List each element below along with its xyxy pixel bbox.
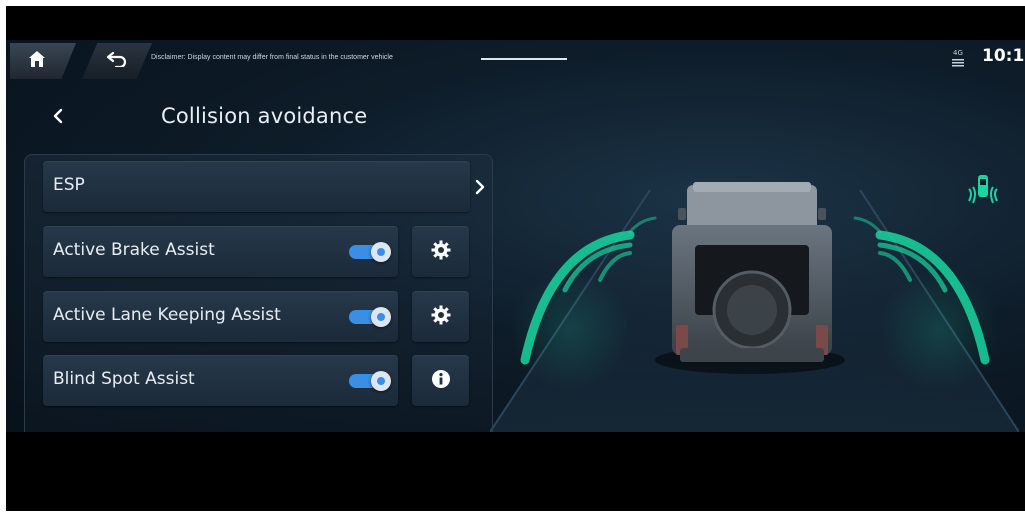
setting-label: ESP [53,175,85,195]
blind-spot-assist-info-button[interactable] [412,355,469,406]
disclaimer-divider [481,58,567,60]
network-4g-icon: 4G [950,49,966,71]
gear-icon [431,305,451,329]
home-icon [28,50,46,72]
clock: 10:10 [982,46,1025,66]
setting-label: Active Brake Assist [53,240,215,260]
blind-spot-assist-toggle[interactable] [349,371,391,391]
status-bar: Disclaimer: Display content may differ f… [6,34,1025,82]
back-arrow-icon [106,51,128,71]
setting-row-blind-spot-assist[interactable]: Blind Spot Assist [43,355,398,406]
gear-icon [431,240,451,264]
vehicle-visualization [490,150,1019,432]
active-lane-keeping-assist-toggle[interactable] [349,307,391,327]
home-button[interactable] [10,43,76,79]
vehicle-graphic [655,182,845,374]
active-brake-assist-settings-button[interactable] [412,226,469,277]
active-lane-keeping-assist-settings-button[interactable] [412,291,469,342]
active-brake-assist-toggle[interactable] [349,242,391,262]
setting-label: Active Lane Keeping Assist [53,305,281,325]
chevron-left-icon [52,108,64,128]
setting-label: Blind Spot Assist [53,369,195,389]
disclaimer-text: Disclaimer: Display content may differ f… [151,54,393,61]
page-back-button[interactable] [48,106,68,130]
setting-row-active-brake-assist[interactable]: Active Brake Assist [43,226,398,277]
bottom-area [6,432,1025,505]
chevron-right-icon [473,178,487,196]
lane-assist-icon [963,171,1003,211]
setting-row-active-lane-keeping-assist[interactable]: Active Lane Keeping Assist [43,291,398,342]
page-title: Collision avoidance [161,104,368,128]
setting-row-esp[interactable]: ESP [43,161,485,212]
info-icon [431,369,451,393]
back-button[interactable] [82,43,152,79]
network-label: 4G [953,49,963,57]
